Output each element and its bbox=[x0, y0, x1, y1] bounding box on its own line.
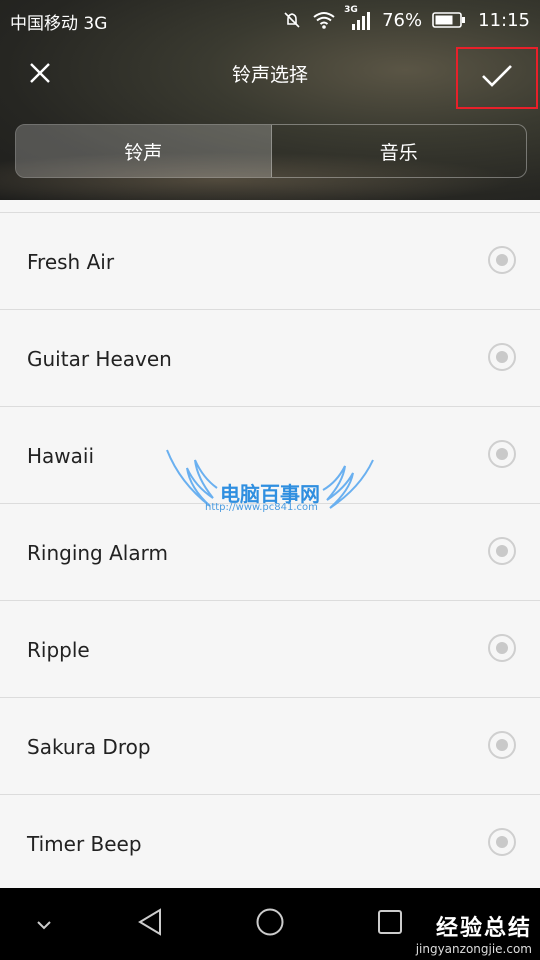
ringtone-name: Timer Beep bbox=[27, 832, 142, 856]
tab-bar: 铃声 音乐 bbox=[15, 124, 527, 178]
site-watermark-url: jingyanzongjie.com bbox=[415, 942, 532, 956]
tab-music[interactable]: 音乐 bbox=[272, 125, 527, 177]
site-watermark-name: 经验总结 bbox=[435, 916, 532, 941]
list-item[interactable]: Sakura Drop bbox=[0, 697, 540, 794]
list-item[interactable]: Hawaii bbox=[0, 406, 540, 503]
back-triangle-icon bbox=[137, 908, 163, 940]
mute-icon bbox=[282, 10, 302, 30]
confirm-button[interactable] bbox=[456, 47, 538, 109]
ringtone-name: Ripple bbox=[27, 638, 90, 662]
list-item[interactable]: Fresh Air bbox=[0, 212, 540, 309]
battery-icon bbox=[432, 11, 466, 29]
signal-icon: 3G bbox=[344, 5, 372, 31]
back-button[interactable] bbox=[130, 906, 170, 942]
site-watermark: 经验总结 jingyanzongjie.com bbox=[416, 910, 532, 956]
status-bar: 中国移动 3G 3G 76% 11:15 bbox=[0, 0, 540, 40]
tab-ringtones[interactable]: 铃声 bbox=[16, 125, 272, 177]
hide-nav-button[interactable] bbox=[24, 906, 64, 942]
home-button[interactable] bbox=[250, 906, 290, 942]
radio-button[interactable] bbox=[488, 537, 516, 565]
radio-button[interactable] bbox=[488, 731, 516, 759]
ringtone-name: Guitar Heaven bbox=[27, 347, 172, 371]
navigation-bar: 经验总结 jingyanzongjie.com bbox=[0, 888, 540, 960]
carrier-label: 中国移动 3G bbox=[10, 14, 108, 34]
ringtone-name: Sakura Drop bbox=[27, 735, 151, 759]
chevron-down-icon bbox=[36, 915, 52, 934]
ringtone-name: Ringing Alarm bbox=[27, 541, 168, 565]
radio-button[interactable] bbox=[488, 828, 516, 856]
ringtone-name: Hawaii bbox=[27, 444, 95, 468]
radio-button[interactable] bbox=[488, 634, 516, 662]
list-item[interactable]: Ripple bbox=[0, 600, 540, 697]
network-type-label: 3G bbox=[344, 5, 358, 15]
check-icon bbox=[481, 63, 513, 93]
radio-button[interactable] bbox=[488, 343, 516, 371]
status-icons: 3G 76% 11:15 bbox=[282, 5, 530, 34]
radio-button[interactable] bbox=[488, 246, 516, 274]
ringtone-name: Fresh Air bbox=[27, 250, 115, 274]
list-item[interactable]: Timer Beep bbox=[0, 794, 540, 891]
clock: 11:15 bbox=[478, 9, 530, 31]
wifi-icon bbox=[312, 10, 336, 30]
battery-percent: 76% bbox=[382, 9, 423, 31]
list-item[interactable]: Guitar Heaven bbox=[0, 309, 540, 406]
list-item[interactable]: Ringing Alarm bbox=[0, 503, 540, 600]
recents-square-icon bbox=[377, 909, 403, 939]
ringtone-list: Fresh Air Guitar Heaven Hawaii Ringing A… bbox=[0, 212, 540, 891]
radio-button[interactable] bbox=[488, 440, 516, 468]
recents-button[interactable] bbox=[370, 906, 410, 942]
home-circle-icon bbox=[255, 907, 285, 941]
title-bar: 铃声选择 bbox=[0, 40, 540, 110]
